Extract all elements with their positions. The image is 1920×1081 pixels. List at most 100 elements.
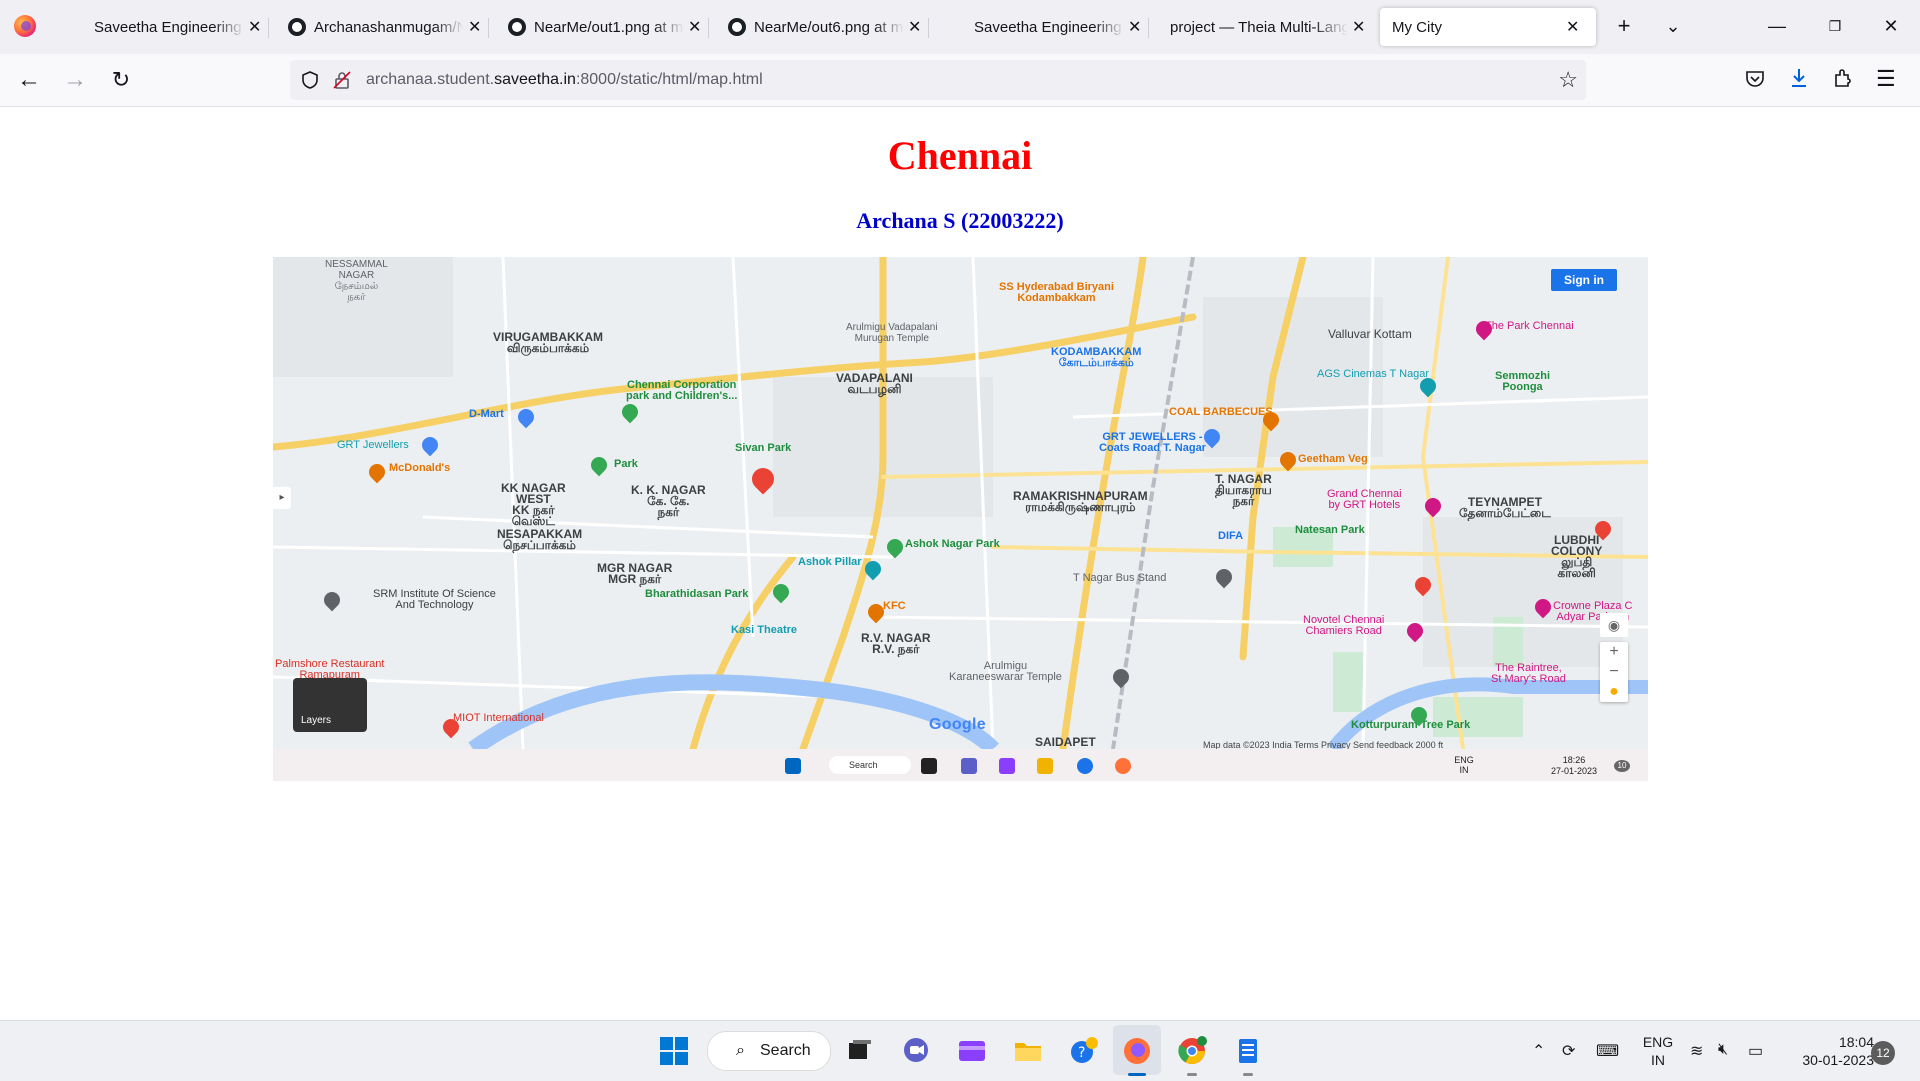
- clock[interactable]: 18:04 30-01-2023: [1780, 1033, 1874, 1069]
- map-label: MIOT International: [453, 712, 544, 724]
- page-subtitle: Archana S (22003222): [856, 208, 1064, 233]
- map-embed[interactable]: NESSAMMAL NAGAR நேசம்மல் நகர் VIRUGAMBAKKAM…: [273, 257, 1648, 749]
- map-attribution: Map data ©2023 India Terms Privacy Send …: [1203, 740, 1444, 749]
- map-label: TEYNAMPET தேனாம்பேட்டை: [1459, 495, 1551, 520]
- chevron-up-icon[interactable]: ⌃: [1532, 1041, 1545, 1061]
- close-window-icon[interactable]: ✕: [1876, 12, 1906, 40]
- url-text[interactable]: archanaa.student.saveetha.in:8000/static…: [366, 71, 763, 89]
- tab-saveetha-2[interactable]: Saveetha Engineering Colle ✕: [948, 8, 1141, 46]
- close-icon[interactable]: ✕: [908, 17, 921, 37]
- map-label: AGS Cinemas T Nagar: [1317, 368, 1430, 380]
- reload-icon[interactable]: ↻: [106, 66, 136, 96]
- search-icon: ⌕: [736, 1042, 745, 1059]
- download-icon[interactable]: [1788, 66, 1810, 90]
- menu-icon[interactable]: ☰: [1876, 66, 1896, 92]
- github-icon: [508, 18, 526, 36]
- language-code: ENG: [1642, 1034, 1674, 1050]
- close-icon[interactable]: ✕: [248, 17, 261, 37]
- close-icon[interactable]: ✕: [1566, 17, 1579, 37]
- new-tab-button[interactable]: +: [1609, 12, 1639, 40]
- notepad-icon[interactable]: [1232, 1035, 1264, 1067]
- tab-github-archana[interactable]: Archanashanmugam/N ✕: [288, 8, 481, 46]
- map-label: Valluvar Kottam: [1328, 327, 1412, 341]
- close-icon[interactable]: ✕: [688, 17, 701, 37]
- chrome-icon[interactable]: [1176, 1035, 1208, 1067]
- task-view-icon[interactable]: [843, 1035, 875, 1067]
- folder-icon: [1037, 758, 1053, 774]
- forward-arrow-icon[interactable]: →: [60, 66, 90, 96]
- map-label: Ashok Nagar Park: [905, 538, 1000, 550]
- embedded-date: 27-01-2023: [1550, 766, 1598, 776]
- map-label: RAMAKRISHNAPURAM ராமக்கிருஷ்ணாபுரம்: [1013, 489, 1148, 514]
- tab-github-out6[interactable]: NearMe/out6.png at m ✕: [728, 8, 921, 46]
- bookmark-star-icon[interactable]: ☆: [1558, 67, 1578, 93]
- minimize-icon[interactable]: —: [1762, 12, 1792, 40]
- back-arrow-icon[interactable]: ←: [14, 66, 44, 96]
- zoom-out-icon[interactable]: −: [1600, 662, 1628, 682]
- get-help-icon[interactable]: ?: [1068, 1035, 1100, 1067]
- address-bar[interactable]: archanaa.student.saveetha.in:8000/static…: [290, 60, 1586, 100]
- map-label: T Nagar Bus Stand: [1073, 572, 1167, 584]
- close-icon[interactable]: ✕: [1352, 17, 1365, 37]
- tab-my-city[interactable]: My City ✕: [1380, 8, 1596, 46]
- taskbar-search[interactable]: ⌕ Search: [707, 1031, 831, 1071]
- map-label: SAIDAPET: [1035, 735, 1096, 749]
- zoom-in-icon[interactable]: +: [1600, 642, 1628, 662]
- sign-in-button[interactable]: Sign in: [1551, 269, 1617, 291]
- sync-icon[interactable]: ⟳: [1562, 1041, 1575, 1061]
- layers-button[interactable]: Layers: [293, 678, 367, 732]
- close-icon[interactable]: ✕: [1128, 17, 1141, 37]
- map-label: Novotel Chennai Chamiers Road: [1303, 614, 1385, 637]
- map-label: Arulmigu Karaneeswarar Temple: [949, 660, 1062, 683]
- wifi-icon[interactable]: ≋: [1690, 1041, 1703, 1061]
- map-label: VIRUGAMBAKKAM விருகம்பாக்கம்: [493, 330, 603, 355]
- battery-icon[interactable]: ▭: [1748, 1041, 1763, 1061]
- map-label: Chennai Corporation park and Children's..…: [626, 379, 738, 402]
- map-label: Ashok Pillar: [798, 556, 862, 568]
- speaker-muted-icon[interactable]: 🔇︎: [1718, 1041, 1728, 1059]
- insecure-lock-icon[interactable]: [332, 70, 352, 90]
- windows-start-icon[interactable]: [658, 1035, 690, 1067]
- map-label: Grand Chennai by GRT Hotels: [1327, 488, 1402, 511]
- firefox-icon[interactable]: [14, 15, 36, 37]
- saveetha-icon: [68, 18, 86, 36]
- map-label: Semmozhi Poonga: [1495, 370, 1551, 393]
- tab-theia[interactable]: project — Theia Multi-Lang ✕: [1170, 8, 1365, 46]
- tab-github-out1[interactable]: NearMe/out1.png at m ✕: [508, 8, 701, 46]
- map-label: NESAPAKKAM நெசப்பாக்கம்: [497, 527, 583, 552]
- restore-icon[interactable]: ❐: [1820, 12, 1850, 40]
- task-view-icon: [921, 758, 937, 774]
- my-location-icon[interactable]: ◉: [1600, 613, 1628, 637]
- tab-title: Archanashanmugam/N: [314, 18, 464, 36]
- file-explorer-icon[interactable]: [1012, 1035, 1044, 1067]
- map-label: MGR NAGAR MGR நகர்: [597, 561, 673, 586]
- clipchamp-icon[interactable]: [956, 1035, 988, 1067]
- taskbar-search-label: Search: [760, 1042, 811, 1059]
- map-label: T. NAGAR தியாகராய நகர்: [1215, 472, 1272, 508]
- shield-icon[interactable]: [300, 70, 320, 90]
- tab-title: project — Theia Multi-Lang: [1170, 18, 1348, 36]
- firefox-taskbar-icon[interactable]: [1121, 1035, 1153, 1067]
- running-indicator: [1187, 1073, 1197, 1076]
- close-icon[interactable]: ✕: [468, 17, 481, 37]
- clock-date: 30-01-2023: [1802, 1052, 1874, 1068]
- map-label: KFC: [883, 600, 906, 612]
- tab-saveetha-1[interactable]: Saveetha Engineering Colle ✕: [68, 8, 261, 46]
- map-label: DIFA: [1218, 530, 1244, 542]
- map-label: VADAPALANI வடபழனி: [836, 371, 913, 396]
- extensions-icon[interactable]: [1832, 67, 1854, 89]
- pegman-icon[interactable]: ●: [1600, 682, 1628, 702]
- pocket-icon[interactable]: [1744, 68, 1766, 90]
- map-label: Kotturpuram Tree Park: [1351, 719, 1471, 731]
- tab-list-button[interactable]: ⌄: [1658, 12, 1688, 40]
- map-label: Geetham Veg: [1298, 453, 1368, 465]
- github-icon: [288, 18, 306, 36]
- map-label: KK NAGAR WEST KK நகர் வெஸ்ட்: [501, 481, 566, 528]
- map-label: SS Hyderabad Biryani Kodambakkam: [999, 281, 1114, 304]
- chat-icon[interactable]: [900, 1035, 932, 1067]
- notification-badge[interactable]: 12: [1871, 1041, 1895, 1065]
- language-indicator[interactable]: ENG IN: [1638, 1033, 1678, 1069]
- expand-panel-icon[interactable]: ▸: [273, 487, 291, 509]
- keyboard-icon[interactable]: ⌨: [1596, 1041, 1619, 1061]
- tab-bar: Saveetha Engineering Colle ✕ Archanashan…: [0, 0, 1920, 54]
